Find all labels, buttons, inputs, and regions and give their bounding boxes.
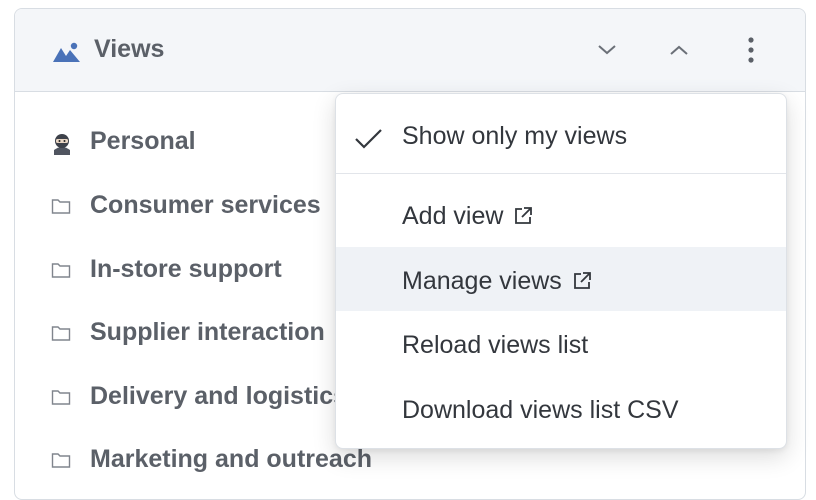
menu-divider bbox=[336, 173, 786, 174]
view-item-label: In-store support bbox=[90, 255, 282, 283]
menu-item-show-only-my-views[interactable]: Show only my views bbox=[336, 102, 786, 166]
chevron-down-icon bbox=[598, 45, 616, 55]
folder-icon bbox=[51, 261, 73, 281]
image-mountain-icon bbox=[53, 42, 81, 62]
external-link-icon bbox=[513, 204, 533, 224]
view-item-label: Marketing and outreach bbox=[90, 445, 372, 473]
menu-item-add-view[interactable]: Add view bbox=[336, 182, 786, 246]
check-icon bbox=[354, 128, 384, 150]
menu-item-label: Show only my views bbox=[402, 122, 628, 150]
panel-title: Views bbox=[94, 35, 165, 63]
external-link-icon bbox=[572, 269, 592, 289]
view-item-label: Consumer services bbox=[90, 191, 321, 219]
menu-item-label: Reload views list bbox=[402, 331, 589, 359]
kebab-menu-icon bbox=[748, 37, 754, 63]
expand-all-button[interactable] bbox=[657, 31, 701, 71]
chevron-up-icon bbox=[670, 45, 688, 55]
folder-icon bbox=[51, 451, 73, 471]
view-item-label: Supplier interaction bbox=[90, 318, 325, 346]
more-options-button[interactable] bbox=[729, 31, 773, 71]
menu-item-manage-views[interactable]: Manage views bbox=[336, 247, 786, 311]
folder-icon bbox=[51, 324, 73, 344]
view-item-label: Delivery and logistics bbox=[90, 382, 348, 410]
folder-icon bbox=[51, 197, 73, 217]
view-item-label: Personal bbox=[90, 127, 196, 155]
menu-item-reload-views-list[interactable]: Reload views list bbox=[336, 311, 786, 375]
menu-item-download-views-list-csv[interactable]: Download views list CSV bbox=[336, 376, 786, 440]
collapse-all-button[interactable] bbox=[585, 31, 629, 71]
views-panel-header: Views bbox=[15, 9, 805, 92]
ninja-icon bbox=[51, 133, 73, 155]
menu-item-label: Manage views bbox=[402, 267, 562, 295]
menu-item-label: Download views list CSV bbox=[402, 396, 679, 424]
menu-item-label: Add view bbox=[402, 202, 504, 230]
folder-icon bbox=[51, 388, 73, 408]
views-options-menu: Show only my views Add view Manage views… bbox=[335, 93, 787, 449]
